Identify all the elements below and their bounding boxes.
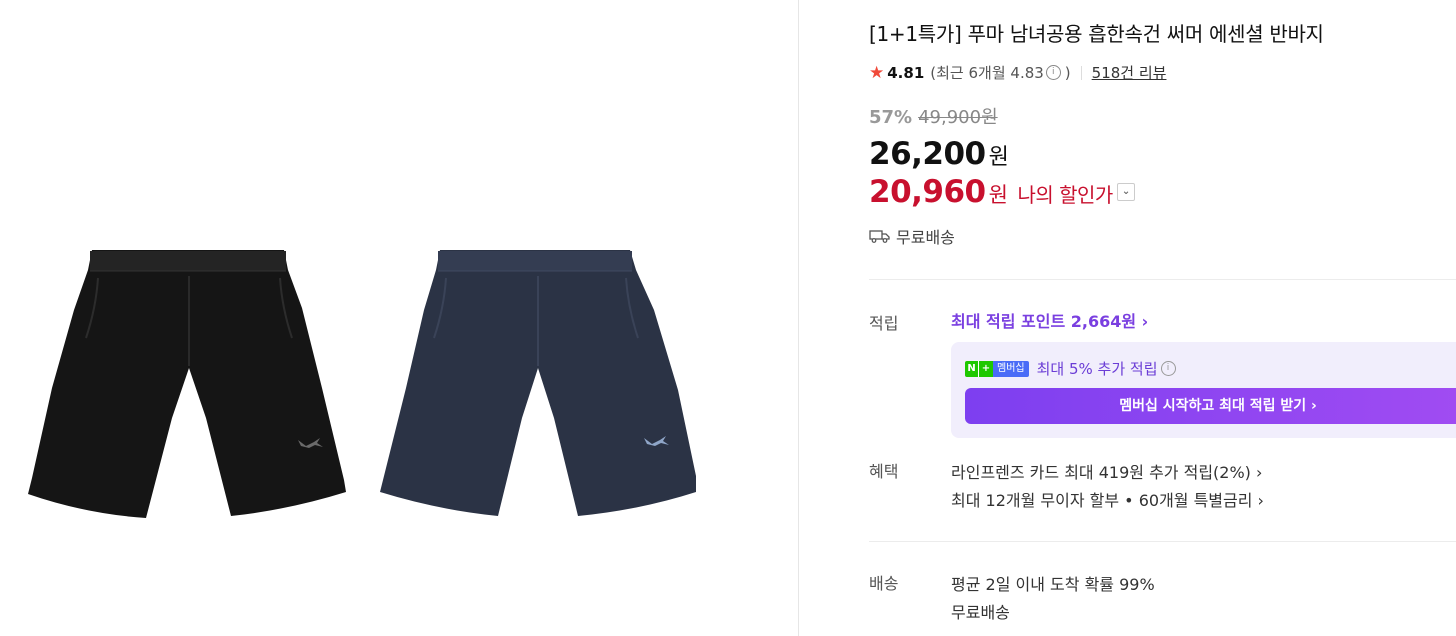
- delivery-label: 배송: [869, 574, 899, 593]
- rating-separator: [1080, 65, 1082, 80]
- navy-shorts-image: [380, 250, 696, 516]
- benefit-card-link[interactable]: 라인프렌즈 카드 최대 419원 추가 적립(2%) ›: [951, 459, 1262, 483]
- section-divider: [869, 279, 1456, 280]
- my-price-value: 20,960: [869, 174, 986, 210]
- benefits-label: 혜택: [869, 462, 899, 481]
- benefit-installment-link[interactable]: 최대 12개월 무이자 할부 • 60개월 특별금리 ›: [951, 487, 1264, 511]
- rating-score: 4.81: [887, 63, 925, 82]
- product-image-gallery[interactable]: [0, 0, 798, 636]
- sale-price: 26,200 원: [869, 136, 1009, 172]
- discount-rate: 57%: [869, 107, 913, 128]
- review-count-link[interactable]: 518건 리뷰: [1092, 62, 1167, 83]
- original-price-row: 57% 49,900원: [869, 103, 998, 129]
- membership-extra-text: 최대 5% 추가 적립: [1036, 360, 1158, 378]
- max-points-link[interactable]: 최대 적립 포인트 2,664원 ›: [951, 308, 1148, 332]
- free-shipping-text: 무료배송: [896, 228, 955, 247]
- product-title: [1+1특가] 푸마 남녀공용 흡한속건 써머 에센셜 반바지: [869, 22, 1324, 46]
- my-price-label: 나의 할인가: [1017, 183, 1113, 207]
- recent-rating: (최근 6개월 4.83: [930, 64, 1044, 82]
- membership-box: N + 멤버십 최대 5% 추가 적립 i 멤버십 시작하고 최대 적립 받기 ›: [951, 342, 1456, 438]
- product-info-panel: [1+1특가] 푸마 남녀공용 흡한속건 써머 에센셜 반바지 ★ 4.81 (…: [869, 0, 1456, 636]
- info-icon[interactable]: i: [1160, 361, 1176, 376]
- truck-icon: [869, 230, 890, 243]
- membership-start-button[interactable]: 멤버십 시작하고 최대 적립 받기 ›: [965, 388, 1456, 424]
- panel-divider: [798, 0, 799, 636]
- original-price: 49,900원: [918, 107, 998, 128]
- sale-price-unit: 원: [988, 145, 1009, 170]
- free-shipping-row: 무료배송: [869, 224, 955, 248]
- rating-row: ★ 4.81 (최근 6개월 4.83 i ) 518건 리뷰: [869, 62, 1166, 83]
- star-icon: ★: [869, 62, 885, 83]
- sale-price-value: 26,200: [869, 136, 986, 172]
- my-price-unit: 원: [988, 183, 1008, 207]
- black-shorts-image: [28, 250, 346, 518]
- delivery-eta: 평균 2일 이내 도착 확률 99%: [951, 575, 1155, 594]
- section-divider: [869, 541, 1456, 542]
- chevron-down-icon[interactable]: ⌄: [1116, 183, 1135, 201]
- recent-rating-close: ): [1064, 63, 1071, 82]
- delivery-fee: 무료배송: [951, 603, 1010, 622]
- naver-membership-badge: N + 멤버십: [965, 360, 1029, 377]
- my-discount-price[interactable]: 20,960 원 나의 할인가 ⌄: [869, 174, 1135, 210]
- info-icon[interactable]: i: [1045, 65, 1061, 80]
- membership-extra-row: N + 멤버십 최대 5% 추가 적립 i: [965, 358, 1176, 379]
- points-label: 적립: [869, 314, 899, 333]
